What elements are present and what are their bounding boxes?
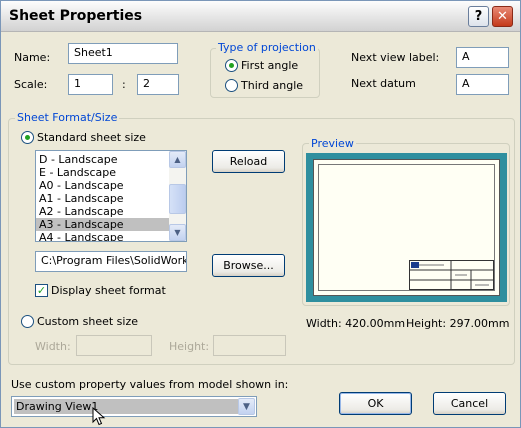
cancel-button[interactable]: Cancel — [433, 392, 506, 415]
scale-numerator-field[interactable]: 1 — [68, 74, 113, 95]
model-view-combo[interactable]: Drawing View1 ▼ — [11, 396, 257, 417]
cancel-button-label: Cancel — [450, 397, 489, 410]
ok-button-label: OK — [367, 397, 384, 410]
first-angle-label: First angle — [241, 59, 299, 72]
sheet-size-option[interactable]: A4 - Landscape — [36, 231, 169, 241]
custom-height-field — [213, 335, 286, 356]
dialog-title: Sheet Properties — [9, 8, 143, 24]
projection-group-title: Type of projection — [216, 41, 318, 54]
scroll-thumb[interactable] — [169, 184, 186, 214]
next-view-field[interactable]: A — [456, 47, 509, 68]
browse-button-label: Browse... — [223, 259, 274, 272]
sheet-format-path-field[interactable]: C:\Program Files\SolidWorks2 — [35, 251, 187, 272]
help-icon: ? — [474, 9, 483, 24]
sheet-size-scrollbar[interactable]: ▲ ▼ — [169, 151, 186, 241]
close-icon: ✕ — [497, 9, 508, 24]
preview-width-text: Width: 420.00mm — [306, 317, 406, 330]
third-angle-label: Third angle — [241, 79, 304, 92]
sheet-size-option[interactable]: A2 - Landscape — [36, 205, 169, 218]
preview-height-text: Height: 297.00mm — [406, 317, 510, 330]
title-block-icon — [409, 260, 494, 290]
help-button[interactable]: ? — [468, 6, 489, 27]
sheet-format-group-title: Sheet Format/Size — [15, 111, 120, 124]
standard-size-radio[interactable] — [21, 131, 34, 144]
scale-label: Scale: — [14, 78, 48, 91]
chevron-down-icon[interactable]: ▼ — [238, 398, 255, 415]
sheet-size-option[interactable]: A0 - Landscape — [36, 179, 169, 192]
display-format-checkbox[interactable]: ✓ — [35, 284, 48, 297]
sheet-size-option-selected[interactable]: A3 - Landscape — [36, 218, 169, 231]
sheet-preview — [306, 153, 507, 302]
scale-separator: : — [122, 78, 126, 91]
sheet-size-option[interactable]: A1 - Landscape — [36, 192, 169, 205]
preview-group-title: Preview — [309, 137, 356, 150]
browse-button[interactable]: Browse... — [212, 254, 285, 277]
sheet-size-option[interactable]: D - Landscape — [36, 153, 169, 166]
reload-button-label: Reload — [229, 155, 268, 168]
name-field[interactable]: Sheet1 — [68, 43, 178, 64]
scale-denominator-field[interactable]: 2 — [137, 74, 179, 95]
custom-width-label: Width: — [35, 340, 71, 353]
third-angle-radio[interactable] — [225, 79, 238, 92]
next-datum-label: Next datum — [351, 77, 416, 90]
custom-size-radio[interactable] — [21, 315, 34, 328]
next-view-label: Next view label: — [351, 51, 440, 64]
sheet-size-list[interactable]: D - Landscape E - Landscape A0 - Landsca… — [35, 150, 187, 242]
ok-button[interactable]: OK — [339, 392, 412, 415]
first-angle-radio[interactable] — [225, 59, 238, 72]
scroll-down-arrow-icon[interactable]: ▼ — [169, 224, 186, 241]
sheet-preview-paper — [313, 159, 500, 296]
custom-size-label: Custom sheet size — [37, 315, 139, 328]
standard-size-label: Standard sheet size — [37, 131, 146, 144]
sheet-size-items: D - Landscape E - Landscape A0 - Landsca… — [36, 153, 169, 241]
next-datum-field[interactable]: A — [456, 74, 509, 95]
reload-button[interactable]: Reload — [212, 150, 285, 173]
name-label: Name: — [14, 51, 51, 64]
mouse-cursor-icon — [92, 407, 106, 426]
model-view-value: Drawing View1 — [14, 399, 238, 414]
title-bar: Sheet Properties ? ✕ — [1, 1, 520, 32]
sheet-properties-dialog: Sheet Properties ? ✕ Name: Sheet1 Scale:… — [0, 0, 521, 428]
model-label: Use custom property values from model sh… — [11, 378, 289, 391]
custom-height-label: Height: — [169, 340, 210, 353]
display-format-label: Display sheet format — [51, 284, 166, 297]
sheet-size-option[interactable]: E - Landscape — [36, 166, 169, 179]
scroll-up-arrow-icon[interactable]: ▲ — [169, 151, 186, 168]
custom-width-field — [76, 335, 152, 356]
close-button[interactable]: ✕ — [492, 6, 513, 27]
